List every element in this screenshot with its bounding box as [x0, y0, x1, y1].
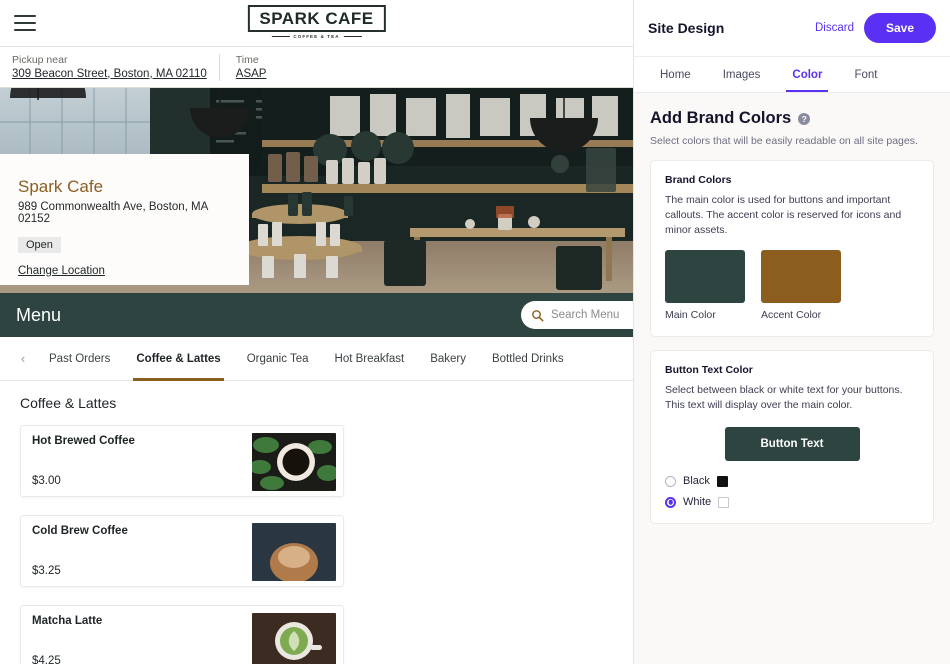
panel-heading: Add Brand Colors: [650, 109, 792, 127]
button-text-color-description: Select between black or white text for y…: [665, 384, 903, 411]
pickup-location-cell[interactable]: Pickup near 309 Beacon Street, Boston, M…: [0, 54, 219, 81]
menu-item-thumbnail: [252, 523, 336, 581]
menu-item-card[interactable]: Hot Brewed Coffee $3.00: [20, 425, 344, 497]
tab-color[interactable]: Color: [776, 57, 838, 92]
accent-color-label: Accent Color: [761, 309, 822, 321]
radio-option-black[interactable]: Black: [665, 475, 919, 487]
category-tab-hot-breakfast[interactable]: Hot Breakfast: [322, 337, 418, 381]
main-color-label: Main Color: [665, 309, 716, 321]
panel-title: Site Design: [648, 20, 725, 36]
menu-item-name: Hot Brewed Coffee: [32, 435, 135, 447]
pickup-location-value[interactable]: 309 Beacon Street, Boston, MA 02110: [12, 67, 207, 81]
menu-item-thumbnail: [252, 433, 336, 491]
pickup-time-value[interactable]: ASAP: [236, 67, 267, 81]
button-text-preview[interactable]: Button Text: [724, 427, 860, 461]
menu-bar: Menu Search Menu: [0, 293, 633, 337]
category-tabs: ‹ Past Orders Coffee & Lattes Organic Te…: [0, 337, 633, 381]
site-design-panel: Site Design Discard Save Home Images Col…: [633, 0, 950, 664]
panel-tabs: Home Images Color Font: [634, 57, 950, 93]
radio-white-indicator[interactable]: [665, 496, 676, 508]
site-logo[interactable]: SPARK CAFE COFFEE & TEA: [247, 5, 386, 39]
pickup-bar: Pickup near 309 Beacon Street, Boston, M…: [0, 47, 633, 88]
pickup-location-label: Pickup near: [12, 53, 68, 66]
search-icon: [532, 309, 544, 321]
panel-header: Site Design Discard Save: [634, 0, 950, 57]
chevron-left-icon[interactable]: ‹: [10, 351, 36, 366]
store-status-badge: Open: [18, 237, 61, 253]
tab-font[interactable]: Font: [838, 57, 893, 92]
menu-item-price: $4.25: [32, 655, 61, 664]
help-circle-icon[interactable]: ?: [798, 112, 811, 125]
radio-black-indicator[interactable]: [665, 475, 676, 487]
category-tab-past-orders[interactable]: Past Orders: [36, 337, 123, 381]
menu-item-price: $3.00: [32, 475, 61, 487]
menu-title: Menu: [16, 304, 62, 325]
site-design-editor: SPARK CAFE COFFEE & TEA Pickup near 309 …: [0, 0, 950, 664]
change-location-link[interactable]: Change Location: [18, 265, 231, 277]
radio-option-white[interactable]: White: [665, 496, 919, 508]
accent-color-swatch[interactable]: [761, 250, 841, 303]
store-info-card: Spark Cafe 989 Commonwealth Ave, Boston,…: [0, 154, 249, 285]
panel-subheading: Select colors that will be easily readab…: [650, 135, 918, 147]
hamburger-icon[interactable]: [14, 15, 36, 31]
white-color-chip: [718, 496, 730, 508]
save-button[interactable]: Save: [863, 13, 936, 43]
menu-item-price: $3.25: [32, 565, 61, 577]
preview-topbar: SPARK CAFE COFFEE & TEA: [0, 0, 633, 47]
radio-black-label: Black: [683, 475, 710, 487]
panel-body: Add Brand Colors ? Select colors that wi…: [634, 93, 950, 524]
site-preview: SPARK CAFE COFFEE & TEA Pickup near 309 …: [0, 0, 633, 664]
menu-section-title: Coffee & Lattes: [20, 395, 117, 411]
search-placeholder: Search Menu: [551, 309, 620, 321]
store-address: 989 Commonwealth Ave, Boston, MA 02152: [18, 201, 208, 225]
tab-images[interactable]: Images: [707, 57, 777, 92]
main-color-swatch[interactable]: [665, 250, 745, 303]
menu-item-card[interactable]: Matcha Latte $4.25: [20, 605, 344, 664]
category-tab-bottled-drinks[interactable]: Bottled Drinks: [479, 337, 577, 381]
logo-main-text: SPARK CAFE: [247, 5, 386, 32]
logo-sub-text: COFFEE & TEA: [293, 33, 340, 39]
radio-white-label: White: [683, 496, 712, 508]
brand-color-swatches: Main Color Accent Color: [665, 250, 919, 321]
brand-colors-title: Brand Colors: [665, 174, 732, 186]
menu-item-list: Hot Brewed Coffee $3.00 Cold Brew Coffee: [20, 425, 613, 664]
menu-item-name: Cold Brew Coffee: [32, 525, 128, 537]
menu-item-thumbnail: [252, 613, 336, 664]
button-text-color-card: Button Text Color Select between black o…: [650, 350, 934, 524]
tab-home[interactable]: Home: [644, 57, 707, 92]
button-text-color-options: Black White: [665, 475, 919, 508]
brand-colors-card: Brand Colors The main color is used for …: [650, 160, 934, 337]
menu-item-name: Matcha Latte: [32, 615, 103, 627]
logo-rule-right: [343, 35, 362, 38]
category-tab-coffee-lattes[interactable]: Coffee & Lattes: [123, 337, 233, 381]
black-color-chip: [716, 475, 728, 487]
category-tab-bakery[interactable]: Bakery: [417, 337, 479, 381]
hero-banner: Spark Cafe 989 Commonwealth Ave, Boston,…: [0, 88, 633, 293]
logo-sub-line: COFFEE & TEA: [271, 33, 362, 39]
accent-color-swatch-group: Accent Color: [761, 250, 841, 321]
button-text-color-title: Button Text Color: [665, 364, 753, 376]
menu-content: Coffee & Lattes Hot Brewed Coffee $3.00: [0, 381, 633, 664]
discard-button[interactable]: Discard: [815, 22, 854, 34]
store-name: Spark Cafe: [18, 177, 104, 196]
panel-heading-row: Add Brand Colors ?: [650, 109, 934, 128]
search-input[interactable]: Search Menu: [521, 301, 633, 329]
pickup-time-cell[interactable]: Time ASAP: [218, 53, 279, 81]
brand-colors-description: The main color is used for buttons and i…: [665, 194, 902, 236]
pickup-time-label: Time: [235, 53, 259, 66]
main-color-swatch-group: Main Color: [665, 250, 745, 321]
menu-item-card[interactable]: Cold Brew Coffee $3.25: [20, 515, 344, 587]
logo-rule-left: [271, 35, 290, 38]
category-tab-organic-tea[interactable]: Organic Tea: [234, 337, 322, 381]
